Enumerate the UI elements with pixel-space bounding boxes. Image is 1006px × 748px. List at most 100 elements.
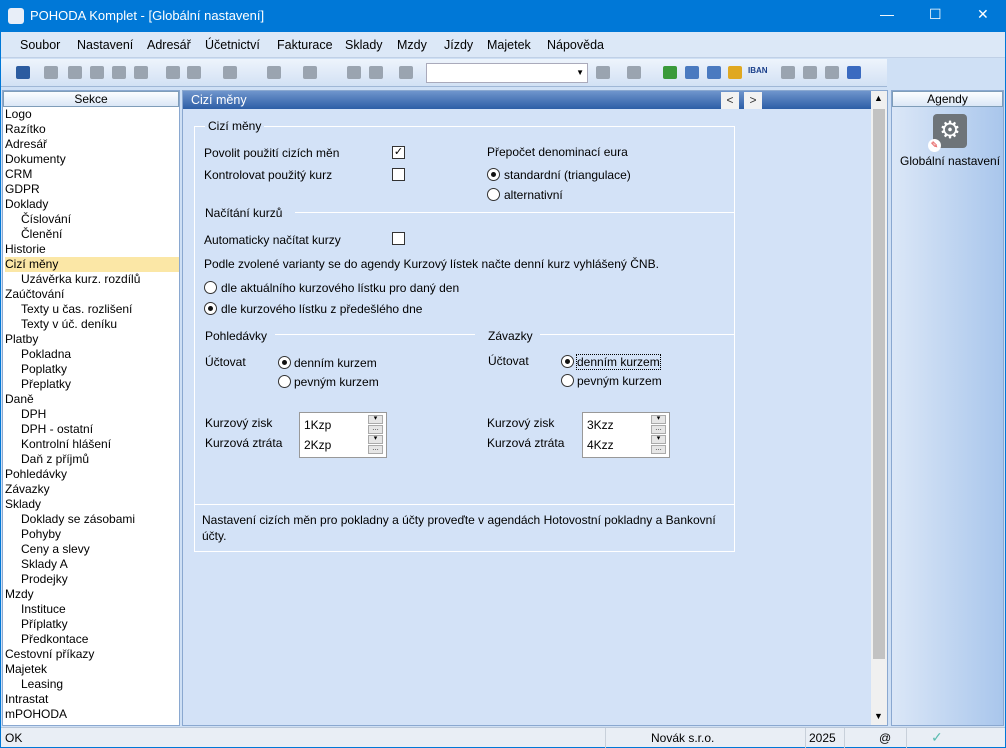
sidebar-item[interactable]: Závazky [5,482,179,497]
edit-icon[interactable] [187,66,201,79]
sidebar-item[interactable]: Sklady [5,497,179,512]
menu-napoveda[interactable]: Nápověda [547,38,604,52]
chevron-down-icon[interactable]: ▼ [576,68,584,77]
payables-gain-field[interactable]: 3Kzz [587,418,614,432]
menu-sklady[interactable]: Sklady [345,38,383,52]
scroll-up-icon[interactable]: ▲ [874,93,883,103]
ellipsis-icon[interactable]: … [651,425,666,434]
qr-icon[interactable] [223,66,237,79]
next-button[interactable]: > [744,92,762,109]
sidebar-item[interactable]: Texty v úč. deníku [5,317,179,332]
sidebar-item[interactable]: Razítko [5,122,179,137]
sidebar-item[interactable]: Logo [5,107,179,122]
sidebar-item[interactable]: Mzdy [5,587,179,602]
receivables-loss-field[interactable]: 2Kzp [304,438,331,452]
ellipsis-icon[interactable]: … [368,445,383,454]
rate-calc-icon[interactable] [685,66,699,79]
sidebar-item[interactable]: Poplatky [5,362,179,377]
sidebar-item[interactable]: Daň z příjmů [5,452,179,467]
check-rate-checkbox[interactable] [392,168,405,181]
print-icon[interactable] [68,66,82,79]
save-icon[interactable] [347,66,361,79]
sidebar-item[interactable]: Příplatky [5,617,179,632]
sidebar-item[interactable]: Texty u čas. rozlišení [5,302,179,317]
calculator-icon[interactable] [707,66,721,79]
list-icon[interactable] [803,66,817,79]
sidebar-item[interactable]: Uzávěrka kurz. rozdílů [5,272,179,287]
scroll-thumb[interactable] [873,109,885,659]
menu-majetek[interactable]: Majetek [487,38,531,52]
sidebar-item[interactable]: Ceny a slevy [5,542,179,557]
global-settings-label[interactable]: Globální nastavení [900,154,1000,168]
sidebar-item[interactable]: Dokumenty [5,152,179,167]
sidebar-item[interactable]: DPH - ostatní [5,422,179,437]
sidebar-item[interactable]: Cestovní příkazy [5,647,179,662]
sidebar-item[interactable]: Pokladna [5,347,179,362]
sidebar-item[interactable]: Kontrolní hlášení [5,437,179,452]
dropdown-icon[interactable]: ▾ [651,435,666,444]
sidebar-item[interactable]: Leasing [5,677,179,692]
message-icon[interactable] [781,66,795,79]
copy-icon[interactable] [44,66,58,79]
payables-fixed-radio[interactable] [561,374,574,387]
sidebar-item[interactable]: Instituce [5,602,179,617]
sidebar-item[interactable]: mPOHODA [5,707,179,722]
menu-nastaveni[interactable]: Nastavení [77,38,133,52]
minimize-button[interactable]: — [880,6,894,22]
scroll-down-icon[interactable]: ▼ [874,711,883,721]
sidebar-item[interactable]: Doklady [5,197,179,212]
sidebar-item[interactable]: Číslování [5,212,179,227]
sidebar-item[interactable]: GDPR [5,182,179,197]
filter-icon[interactable] [596,66,610,79]
sidebar-item[interactable]: Daně [5,392,179,407]
denom-standard-radio[interactable] [487,168,500,181]
money-icon[interactable] [663,66,677,79]
payables-daily-radio[interactable] [561,355,574,368]
sidebar-item[interactable]: Historie [5,242,179,257]
sidebar-item[interactable]: Přeplatky [5,377,179,392]
sidebar-item[interactable]: Prodejky [5,572,179,587]
help-icon[interactable] [847,66,861,79]
auto-load-checkbox[interactable] [392,232,405,245]
sidebar-item[interactable]: Adresář [5,137,179,152]
menu-fakturace[interactable]: Fakturace [277,38,333,52]
sidebar-item[interactable]: Sklady A [5,557,179,572]
receivables-gain-field[interactable]: 1Kzp [304,418,331,432]
back-icon[interactable] [267,66,281,79]
search-combo[interactable]: ▼ [426,63,588,83]
receivables-fixed-radio[interactable] [278,375,291,388]
form-icon[interactable] [825,66,839,79]
import-icon[interactable] [134,66,148,79]
previous-day-radio[interactable] [204,302,217,315]
sidebar-item[interactable]: Předkontace [5,632,179,647]
sidebar-item[interactable]: Doklady se zásobami [5,512,179,527]
preview-icon[interactable] [90,66,104,79]
new-icon[interactable] [166,66,180,79]
dropdown-icon[interactable]: ▾ [368,415,383,424]
close-button[interactable]: ✕ [977,6,989,23]
ellipsis-icon[interactable]: … [368,425,383,434]
menu-soubor[interactable]: Soubor [20,38,60,52]
menu-mzdy[interactable]: Mzdy [397,38,427,52]
sidebar-item[interactable]: Pohyby [5,527,179,542]
menu-ucetnictvi[interactable]: Účetnictví [205,38,260,52]
sidebar-item[interactable]: Intrastat [5,692,179,707]
sidebar-item[interactable]: Majetek [5,662,179,677]
sidebar-item[interactable]: Členění [5,227,179,242]
dropdown-icon[interactable]: ▾ [368,435,383,444]
coins-icon[interactable] [728,66,742,79]
settings-icon[interactable] [303,66,317,79]
sidebar-item[interactable]: Zaúčtování [5,287,179,302]
denom-alternative-radio[interactable] [487,188,500,201]
ellipsis-icon[interactable]: … [651,445,666,454]
email-indicator[interactable]: @ [879,731,891,745]
prev-button[interactable]: < [721,92,739,109]
sidebar-item[interactable]: Platby [5,332,179,347]
menu-adresar[interactable]: Adresář [147,38,191,52]
duplicate-icon[interactable] [399,66,413,79]
payables-loss-field[interactable]: 4Kzz [587,438,614,452]
menu-jizdy[interactable]: Jízdy [444,38,473,52]
receivables-daily-radio[interactable] [278,356,291,369]
sidebar-item[interactable]: CRM [5,167,179,182]
maximize-button[interactable]: ☐ [929,6,942,23]
